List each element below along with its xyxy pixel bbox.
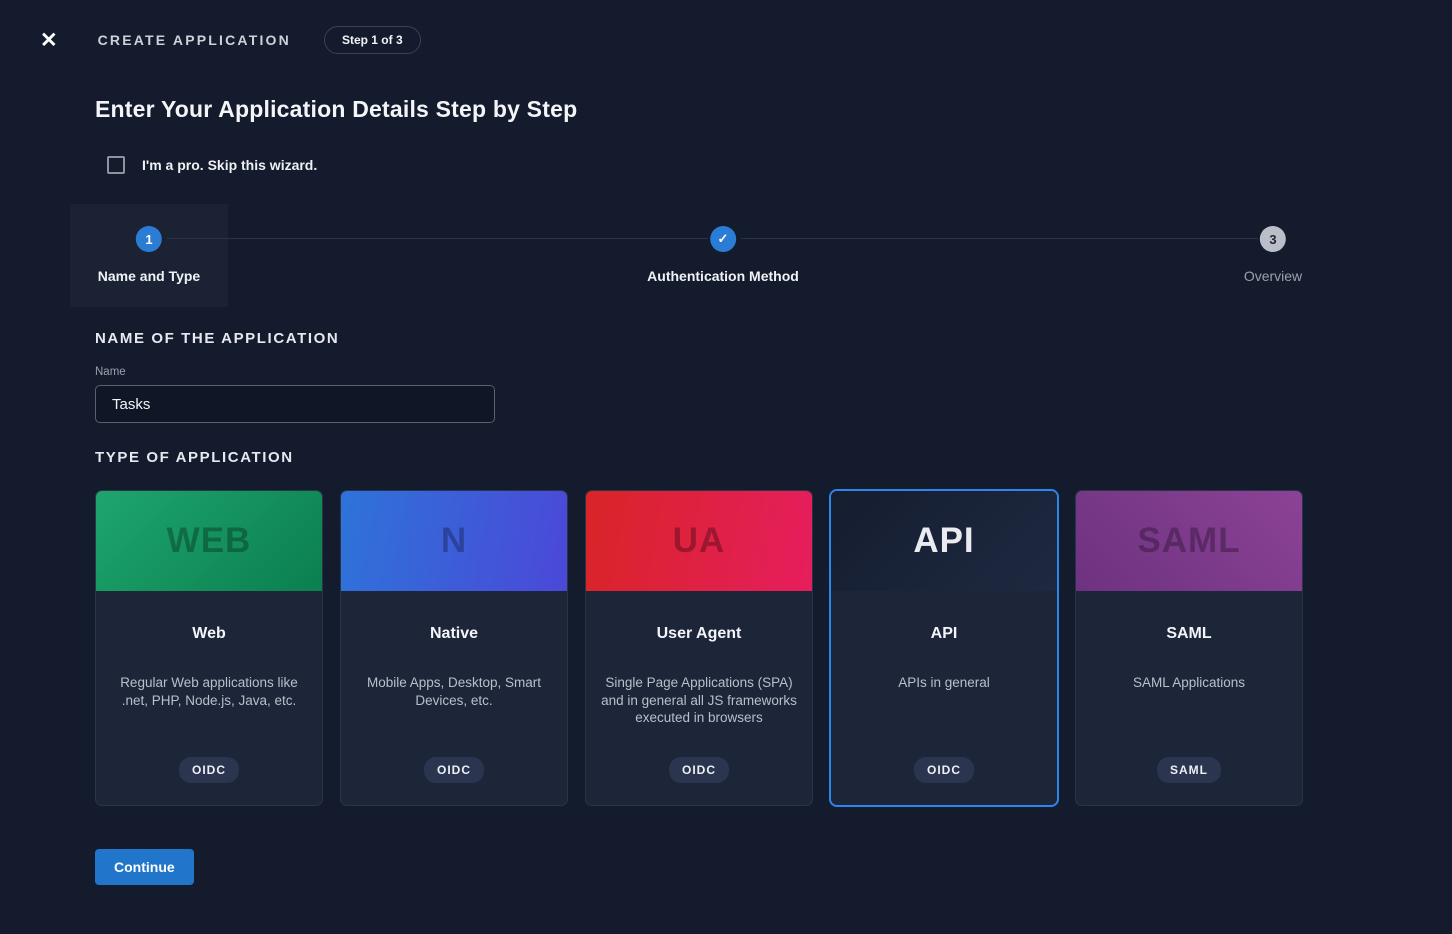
card-title: User Agent <box>600 591 798 643</box>
card-title: API <box>845 591 1043 643</box>
close-icon[interactable]: ✕ <box>36 28 62 53</box>
card-web[interactable]: WEB Web Regular Web applications like .n… <box>95 490 323 806</box>
name-section-heading: NAME OF THE APPLICATION <box>95 330 1452 347</box>
card-native-banner: N <box>341 491 567 591</box>
protocol-badge: OIDC <box>914 757 974 783</box>
card-description: SAML Applications <box>1090 674 1288 692</box>
protocol-badge: SAML <box>1157 757 1221 783</box>
card-saml-banner: SAML <box>1076 491 1302 591</box>
card-title: Web <box>110 591 308 643</box>
card-user-agent-body: User Agent Single Page Applications (SPA… <box>586 591 812 805</box>
card-saml-body: SAML SAML Applications SAML <box>1076 591 1302 805</box>
check-icon: ✓ <box>710 226 736 252</box>
card-description: APIs in general <box>845 674 1043 692</box>
skip-wizard-checkbox[interactable] <box>107 156 125 174</box>
card-title: SAML <box>1090 591 1288 643</box>
skip-wizard-label: I'm a pro. Skip this wizard. <box>142 157 317 173</box>
step-1-label: Name and Type <box>98 268 200 284</box>
step-1-indicator: 1 <box>136 226 162 252</box>
skip-wizard-row: I'm a pro. Skip this wizard. <box>95 156 1452 174</box>
step-2-label: Authentication Method <box>647 268 799 284</box>
card-api[interactable]: API API APIs in general OIDC <box>830 490 1058 806</box>
protocol-badge: OIDC <box>424 757 484 783</box>
card-web-banner: WEB <box>96 491 322 591</box>
step-progress-badge: Step 1 of 3 <box>324 26 421 54</box>
protocol-badge: OIDC <box>179 757 239 783</box>
card-native-body: Native Mobile Apps, Desktop, Smart Devic… <box>341 591 567 805</box>
card-api-body: API APIs in general OIDC <box>831 591 1057 805</box>
card-description: Regular Web applications like .net, PHP,… <box>110 674 308 709</box>
card-native[interactable]: N Native Mobile Apps, Desktop, Smart Dev… <box>340 490 568 806</box>
wizard-stepper: 1 Name and Type ✓ Authentication Method … <box>0 204 1452 307</box>
card-description: Mobile Apps, Desktop, Smart Devices, etc… <box>355 674 553 709</box>
application-type-cards: WEB Web Regular Web applications like .n… <box>95 490 1302 806</box>
card-web-body: Web Regular Web applications like .net, … <box>96 591 322 805</box>
stepper-connector <box>167 238 708 239</box>
card-api-banner: API <box>831 491 1057 591</box>
card-description: Single Page Applications (SPA) and in ge… <box>600 674 798 727</box>
wizard-topbar: ✕ CREATE APPLICATION Step 1 of 3 <box>0 0 1452 54</box>
type-section: TYPE OF APPLICATION WEB Web Regular Web … <box>95 449 1452 806</box>
page-title: Enter Your Application Details Step by S… <box>95 96 1452 123</box>
card-saml[interactable]: SAML SAML SAML Applications SAML <box>1075 490 1303 806</box>
type-section-heading: TYPE OF APPLICATION <box>95 449 1452 466</box>
wizard-title: CREATE APPLICATION <box>98 32 291 48</box>
continue-button[interactable]: Continue <box>95 849 194 885</box>
step-authentication-method[interactable]: ✓ Authentication Method <box>647 226 799 284</box>
step-name-and-type[interactable]: 1 Name and Type <box>98 226 200 284</box>
card-user-agent-banner: UA <box>586 491 812 591</box>
name-section: NAME OF THE APPLICATION Name <box>95 330 1452 423</box>
protocol-badge: OIDC <box>669 757 729 783</box>
step-3-label: Overview <box>1244 268 1302 284</box>
card-title: Native <box>355 591 553 643</box>
step-overview[interactable]: 3 Overview <box>1244 226 1302 284</box>
stepper-connector <box>741 238 1258 239</box>
name-field-label: Name <box>95 366 1452 378</box>
application-name-input[interactable] <box>95 385 495 423</box>
step-3-indicator: 3 <box>1260 226 1286 252</box>
card-user-agent[interactable]: UA User Agent Single Page Applications (… <box>585 490 813 806</box>
